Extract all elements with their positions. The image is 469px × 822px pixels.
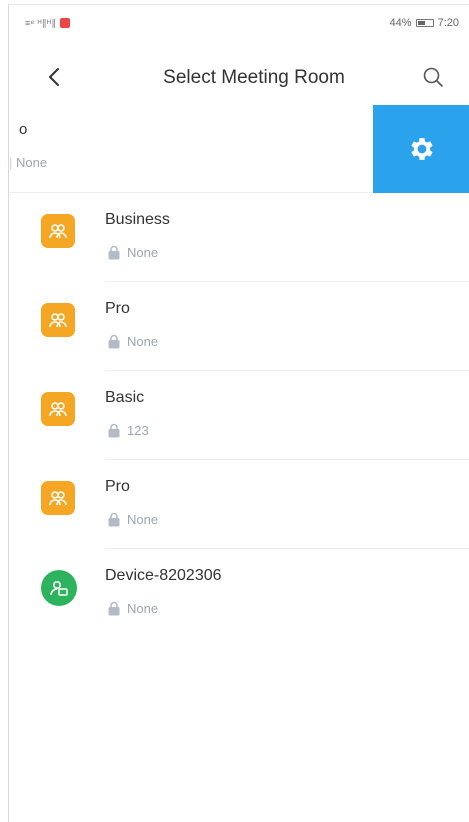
room-list-item[interactable]: Business None <box>9 193 469 282</box>
lock-icon <box>108 245 120 260</box>
gear-icon <box>410 138 433 160</box>
meeting-room-icon <box>41 481 75 515</box>
room-password-value: None <box>127 334 159 349</box>
room-name: Pro <box>105 300 130 317</box>
meeting-room-icon <box>41 392 75 426</box>
status-time: 7:20 <box>437 17 459 29</box>
signal-icon: ≡ᵉ ᴴ∥ᴴ∥ <box>25 17 57 28</box>
phone-frame: ≡ᵉ ᴴ∥ᴴ∥ 44% 7:20 Select Meeting Room o |… <box>8 4 469 822</box>
battery-icon <box>415 19 434 27</box>
room-name: Pro <box>105 478 130 495</box>
swiped-room-password-value: None <box>16 155 48 170</box>
status-bar: ≡ᵉ ᴴ∥ᴴ∥ 44% 7:20 <box>9 5 469 41</box>
room-password: None <box>107 601 158 616</box>
room-list-item[interactable]: Pro None <box>9 460 469 549</box>
lock-icon <box>108 512 120 527</box>
swiped-room-row[interactable]: o | None <box>9 105 469 193</box>
room-password-value: 123 <box>127 423 149 438</box>
notification-app-icon <box>60 18 71 28</box>
lock-icon <box>108 423 120 438</box>
navigation-bar: Select Meeting Room <box>9 55 469 101</box>
lock-icon <box>108 601 120 616</box>
room-list-item[interactable]: Device-8202306 None <box>9 549 469 638</box>
device-icon <box>41 570 77 606</box>
battery-percent: 44% <box>389 17 412 29</box>
room-password: None <box>107 512 158 527</box>
room-name: Device-8202306 <box>105 567 222 584</box>
room-password-value: None <box>127 245 159 260</box>
room-password: None <box>107 245 158 260</box>
meeting-room-icon <box>41 214 75 248</box>
room-list-item[interactable]: Basic 123 <box>9 371 469 460</box>
status-left: ≡ᵉ ᴴ∥ᴴ∥ <box>25 17 71 29</box>
room-password-value: None <box>127 601 159 616</box>
lock-icon <box>108 334 120 349</box>
meeting-room-list: Business None Pro None Basic 123 Pro Non… <box>9 193 469 638</box>
room-password: 123 <box>107 423 149 438</box>
room-name: Basic <box>105 389 145 406</box>
swiped-room-name: o <box>19 121 28 138</box>
room-password: None <box>107 334 158 349</box>
search-icon[interactable] <box>421 65 445 89</box>
room-settings-button[interactable] <box>373 105 469 193</box>
room-name: Business <box>105 211 170 228</box>
page-title: Select Meeting Room <box>163 67 345 88</box>
swiped-room-password: | None <box>9 155 48 170</box>
room-list-item[interactable]: Pro None <box>9 282 469 371</box>
meeting-room-icon <box>41 303 75 337</box>
room-password-value: None <box>127 512 159 527</box>
status-right: 44% 7:20 <box>390 17 459 29</box>
